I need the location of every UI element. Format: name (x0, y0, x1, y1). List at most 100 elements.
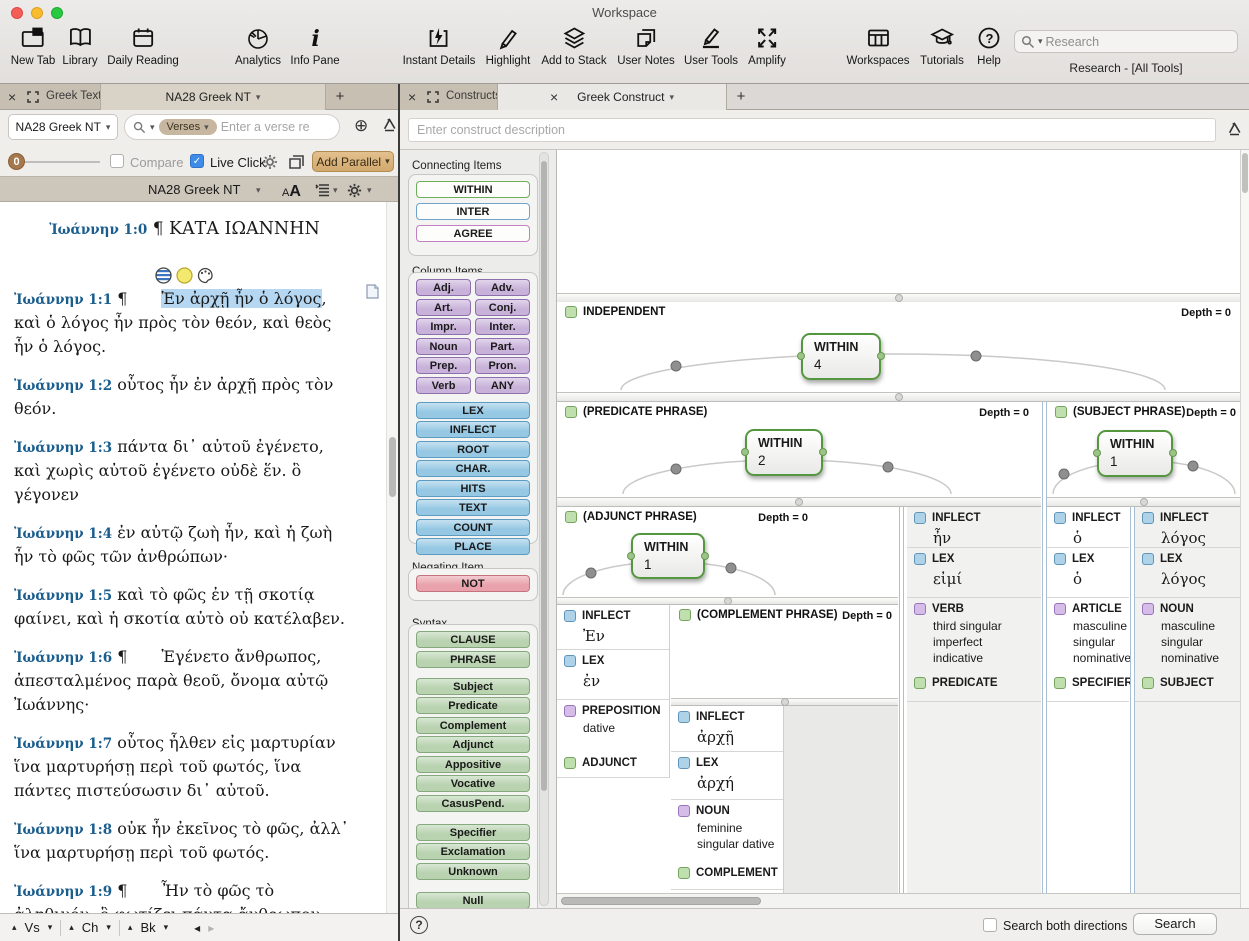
library-button[interactable]: Library (62, 24, 97, 67)
close-pane-icon[interactable]: × (8, 84, 16, 110)
canvas-horizontal-scrollbar[interactable] (557, 893, 1240, 908)
verse-ref[interactable]: Ἰωάννην 1:9 (14, 884, 112, 900)
construct-cell-inflect[interactable]: INFLECTλόγος (1135, 507, 1240, 548)
scrollbar-thumb[interactable] (389, 437, 396, 497)
construct-cell-inflect[interactable]: INFLECTὁ (1047, 507, 1129, 548)
tag-item-root[interactable]: ROOT (416, 441, 530, 458)
gear-icon[interactable] (261, 153, 279, 171)
amplify-button[interactable]: Amplify (748, 24, 786, 67)
tag-item-lex[interactable]: LEX (416, 402, 530, 419)
verse-up-button[interactable]: ▴ (12, 922, 17, 933)
within-item[interactable]: WITHIN (416, 181, 530, 198)
column-divider[interactable] (899, 507, 904, 893)
pos-item-verb[interactable]: Verb (416, 377, 471, 394)
verse-ref[interactable]: Ἰωάννην 1:8 (14, 822, 112, 838)
module-select-button[interactable]: NA28 Greek NT ▾ (8, 114, 118, 140)
construct-cell-lex[interactable]: LEXλόγος (1135, 548, 1240, 598)
verse-ref[interactable]: Ἰωάννην 1:0 (49, 222, 147, 238)
verse-ref[interactable]: Ἰωάννην 1:7 (14, 736, 112, 752)
tag-item-inflect[interactable]: INFLECT (416, 421, 530, 438)
syntax-unknown[interactable]: Unknown (416, 863, 530, 880)
agree-item[interactable]: AGREE (416, 225, 530, 242)
construct-cell-lex[interactable]: LEXἀρχή (671, 752, 783, 800)
live-click-checkbox[interactable]: ✓ (190, 154, 204, 168)
construct-cell-inflect[interactable]: INFLECTἀρχῇ (671, 706, 783, 752)
syntax-complement[interactable]: Complement (416, 717, 530, 734)
add-to-stack-button[interactable]: Add to Stack (541, 24, 606, 67)
parallel-water-icon[interactable] (155, 267, 172, 285)
scrollbar-thumb[interactable] (561, 897, 761, 905)
user-tools-button[interactable]: User Tools (684, 24, 738, 67)
syntax-adjunct[interactable]: Adjunct (416, 736, 530, 753)
complement-phrase-panel[interactable]: (COMPLEMENT PHRASE) Depth = 0 (671, 605, 898, 698)
construct-cell-inflect[interactable]: INFLECTἘν (557, 605, 669, 650)
construct-cell-lex[interactable]: LEXεἰμί (907, 548, 1041, 598)
pane-title[interactable]: NA28 Greek NT (148, 182, 240, 197)
within-node[interactable]: WITHIN1 (631, 533, 705, 579)
instant-details-button[interactable]: Instant Details (403, 24, 476, 67)
inter-item[interactable]: INTER (416, 203, 530, 220)
book-up-button[interactable]: ▴ (128, 922, 133, 933)
syntax-clause[interactable]: CLAUSE (416, 631, 530, 648)
panel-splitter[interactable] (557, 392, 1240, 402)
verse-down-button[interactable]: ▾ (48, 922, 53, 933)
construct-cell-function[interactable]: ADJUNCT (557, 752, 669, 778)
predicate-phrase-panel[interactable]: (PREDICATE PHRASE) Depth = 0 WITHIN2 (557, 402, 1041, 497)
canvas-vertical-scrollbar[interactable] (1240, 150, 1249, 908)
expand-pane-icon[interactable] (427, 91, 439, 103)
hits-slider-knob[interactable]: 0 (8, 153, 25, 170)
panel-splitter[interactable] (671, 698, 898, 706)
construct-cell-function[interactable]: SUBJECT (1135, 672, 1240, 702)
verse-ref[interactable]: Ἰωάννην 1:6 (14, 650, 112, 666)
new-tab-button[interactable]: New Tab (11, 24, 56, 67)
column-divider[interactable] (1042, 402, 1047, 893)
syntax-phrase[interactable]: PHRASE (416, 651, 530, 668)
pos-item-any[interactable]: ANY (475, 377, 530, 394)
scrollbar-thumb[interactable] (1242, 153, 1248, 193)
syntax-predicate[interactable]: Predicate (416, 697, 530, 714)
pos-item-pron[interactable]: Pron. (475, 357, 530, 374)
history-forward-button[interactable]: ▸ (208, 921, 214, 935)
syntax-vocative[interactable]: Vocative (416, 775, 530, 792)
panel-splitter[interactable] (557, 597, 898, 605)
construct-cell-pos[interactable]: VERBthird singularimperfectindicative (907, 598, 1041, 672)
tag-item-text[interactable]: TEXT (416, 499, 530, 516)
verse-ref[interactable]: Ἰωάννην 1:5 (14, 588, 112, 604)
verse-ref[interactable]: Ἰωάννην 1:3 (14, 440, 112, 456)
construct-cell-lex[interactable]: LEXὁ (1047, 548, 1129, 598)
palette-scrollbar[interactable] (539, 152, 549, 906)
duplicate-pane-icon[interactable] (287, 152, 306, 171)
text-scrollbar[interactable] (386, 202, 398, 913)
add-parallel-button[interactable]: Add Parallel ▾ (312, 151, 394, 172)
tutorials-button[interactable]: Tutorials (920, 24, 964, 67)
panel-splitter[interactable] (1047, 497, 1240, 507)
construct-cell-pos[interactable]: NOUNfemininesingular dative (671, 800, 783, 862)
pos-item-noun[interactable]: Noun (416, 338, 471, 355)
construct-cell-inflect[interactable]: INFLECTἦν (907, 507, 1041, 548)
help-icon[interactable]: ? (410, 916, 428, 934)
display-settings-icon[interactable] (315, 183, 330, 197)
within-node[interactable]: WITHIN4 (801, 333, 881, 380)
add-tab-button[interactable]: + (727, 84, 755, 110)
highlighted-text[interactable]: Ἐν ἀρχῇ ἦν ὁ λόγος (161, 289, 321, 308)
construct-cell-lex[interactable]: LEXἐν (557, 650, 669, 700)
history-back-button[interactable]: ◂ (194, 921, 200, 935)
column-divider[interactable] (1130, 507, 1135, 893)
tab-na28-greek-nt[interactable]: NA28 Greek NT ▾ (100, 84, 326, 110)
bible-text-pane[interactable]: Ἰωάννην 1:0 ¶ ΚΑΤΑ ΙΩΑΝΝΗΝ Ἰωάννην 1:1 ¶… (0, 202, 399, 913)
pos-item-art[interactable]: Art. (416, 299, 471, 316)
add-tab-button[interactable]: + (326, 84, 354, 110)
compare-checkbox[interactable] (110, 154, 124, 168)
text-size-button[interactable]: AA (282, 183, 301, 201)
close-pane-icon[interactable]: × (408, 84, 416, 110)
chapter-down-button[interactable]: ▾ (106, 922, 111, 933)
pos-item-inter[interactable]: Inter. (475, 318, 530, 335)
pos-item-adv[interactable]: Adv. (475, 279, 530, 296)
construct-cell-pos[interactable]: PREPOSITIONdative (557, 700, 669, 752)
scrollbar-thumb[interactable] (541, 161, 547, 791)
tag-item-char[interactable]: CHAR. (416, 460, 530, 477)
recycle-icon[interactable] (1226, 121, 1243, 138)
syntax-subject[interactable]: Subject (416, 678, 530, 695)
search-scope-pill[interactable]: Verses▾ (159, 119, 217, 135)
search-both-directions-checkbox[interactable] (983, 918, 997, 932)
